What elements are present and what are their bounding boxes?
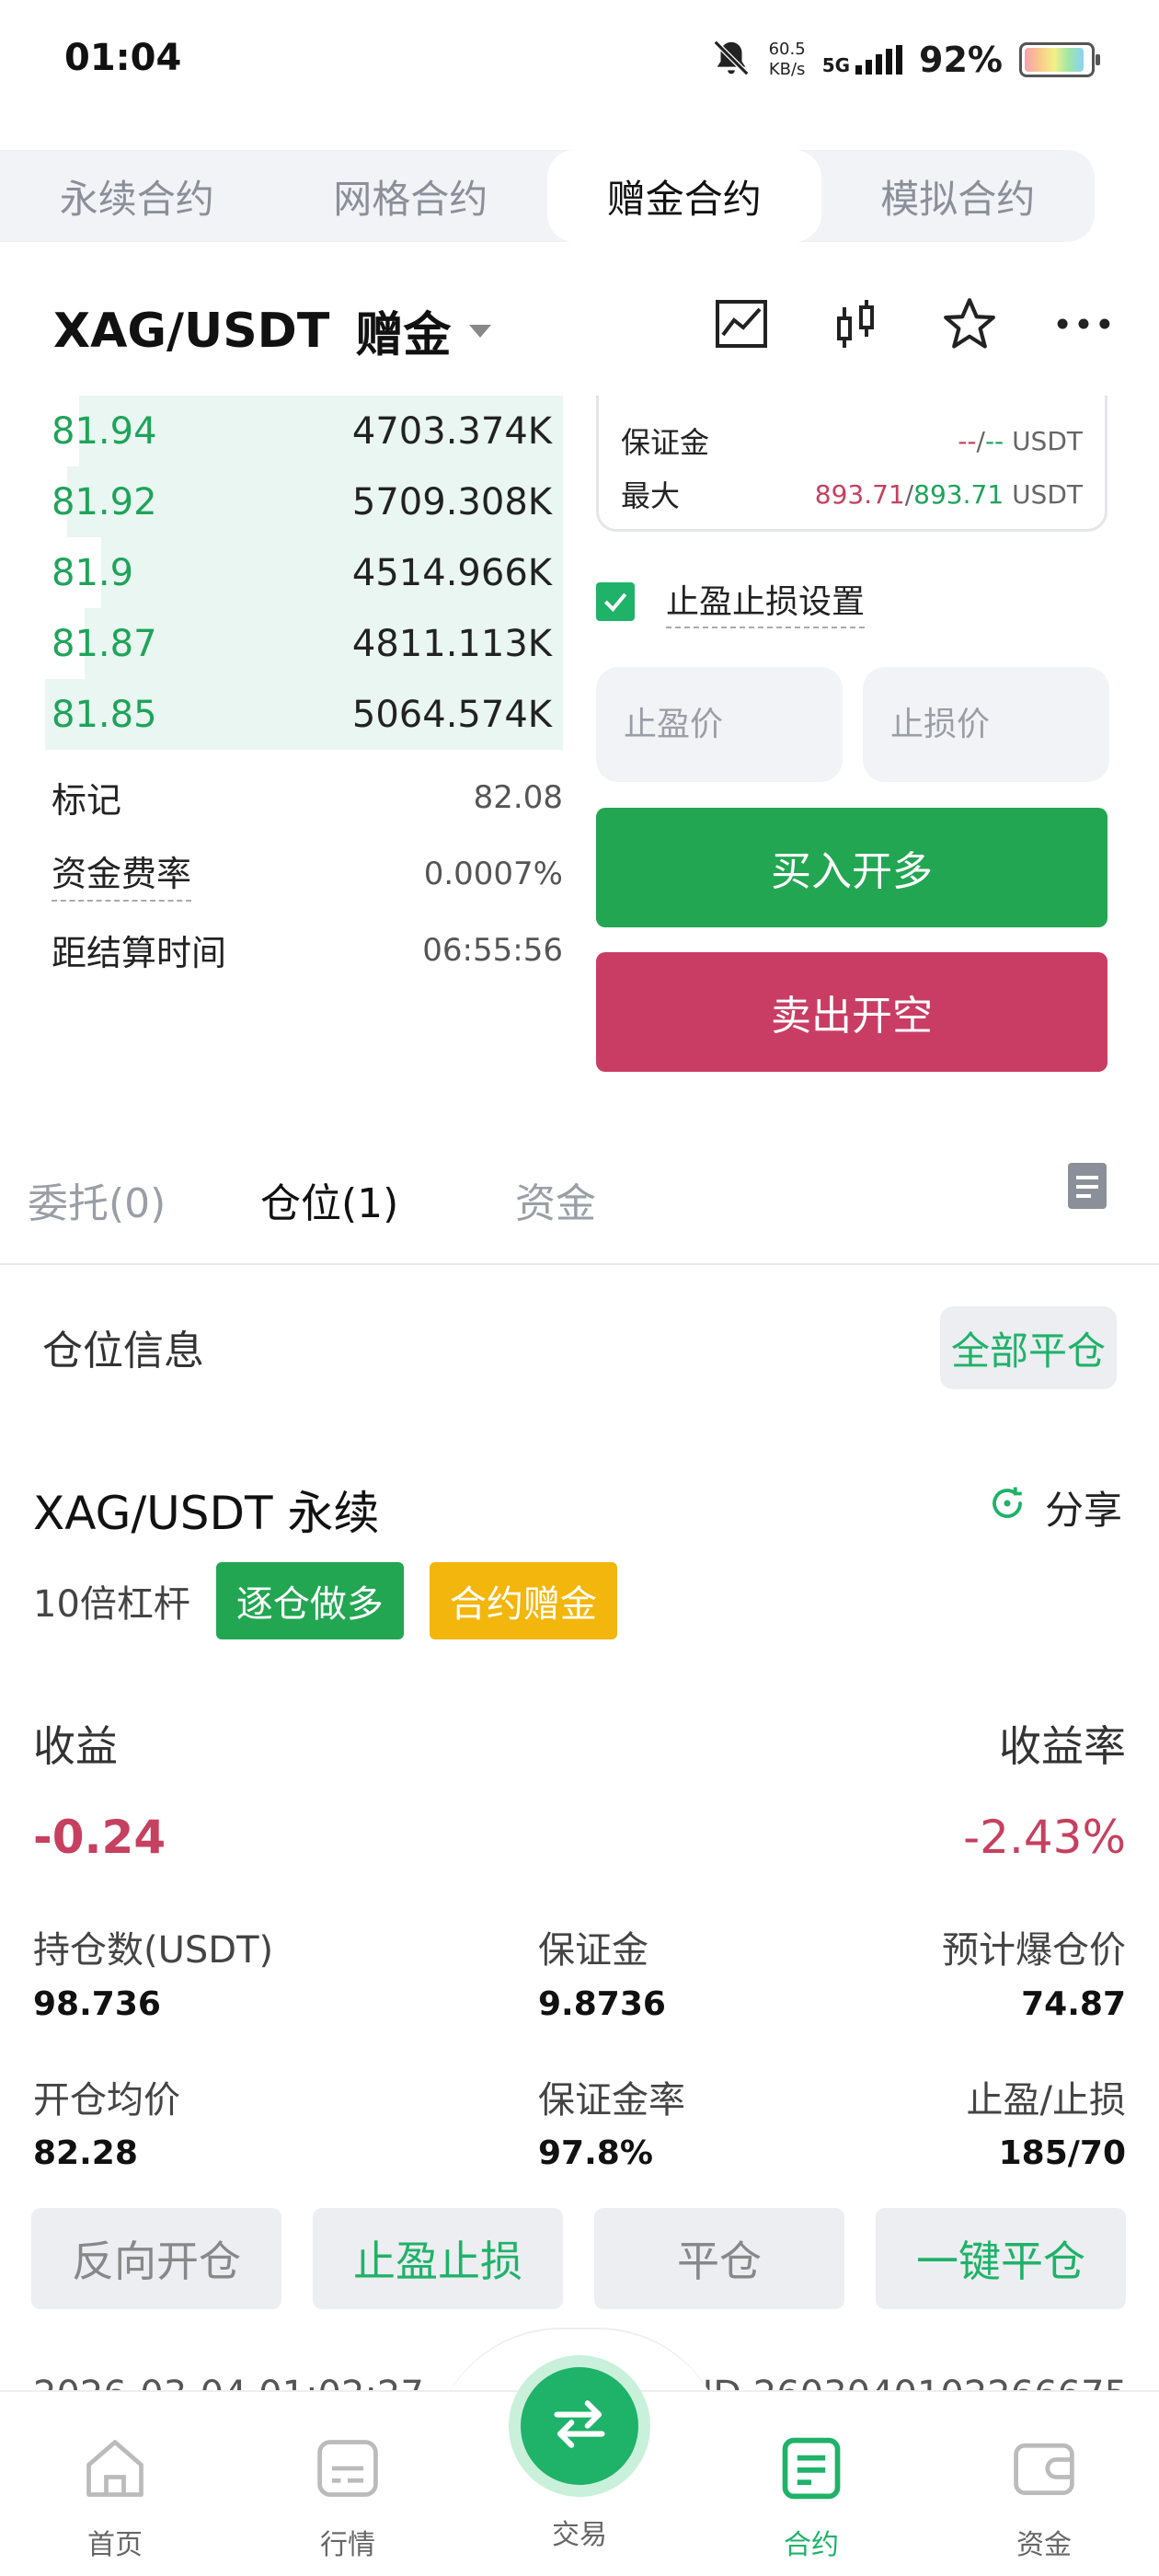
pnl-rate-value: -2.43% (963, 1811, 1126, 1864)
home-icon (80, 2433, 150, 2507)
contract-type-tabs: 永续合约 网格合约 赠金合约 模拟合约 (0, 150, 1095, 242)
tpsl-label[interactable]: 止盈止损设置 (666, 575, 866, 628)
net-speed: 60.5 KB/s (768, 40, 806, 79)
pnl-rate-label: 收益率 (999, 1721, 1126, 1771)
tab-demo[interactable]: 模拟合约 (821, 150, 1096, 242)
open-short-button[interactable]: 卖出开空 (596, 952, 1107, 1072)
margin-value: 9.8736 (538, 1985, 666, 2023)
star-icon[interactable] (940, 294, 999, 353)
mark-price-row: 标记 82.08 (52, 778, 563, 822)
tab-grid[interactable]: 网格合约 (274, 150, 548, 242)
status-time: 01:04 (64, 37, 182, 79)
pair-name: XAG/USDT (53, 303, 330, 359)
pair-sub: 赠金 (355, 308, 452, 363)
tab-perpetual[interactable]: 永续合约 (0, 150, 274, 242)
document-icon[interactable] (1066, 1161, 1108, 1214)
nav-contract[interactable]: 合约 (742, 2433, 880, 2562)
tpsl-label-stat: 止盈/止损 (966, 2079, 1126, 2122)
pair-header: XAG/USDT 赠金 (0, 276, 1159, 377)
position-info-header: 仓位信息 全部平仓 (0, 1306, 1159, 1394)
tab-bonus[interactable]: 赠金合约 (547, 150, 821, 242)
wallet-icon (1009, 2433, 1079, 2507)
leverage-label: 10倍杠杆 (33, 1583, 190, 1626)
position-info-title: 仓位信息 (42, 1328, 204, 1374)
close-position-button[interactable]: 平仓 (594, 2208, 844, 2309)
margin-label: 保证金 (538, 1929, 648, 1972)
contract-icon (776, 2433, 846, 2507)
pair-selector[interactable]: XAG/USDT 赠金 (53, 296, 492, 365)
nav-trade[interactable]: 交易 (511, 2512, 648, 2552)
open-long-button[interactable]: 买入开多 (596, 808, 1107, 927)
tpsl-button[interactable]: 止盈止损 (313, 2208, 563, 2309)
bell-muted-icon (710, 37, 752, 83)
order-book: 81.94 4703.374K 81.92 5709.308K 81.9 451… (0, 396, 563, 750)
tab-orders[interactable]: 委托(0) (28, 1170, 166, 1229)
position-symbol: XAG/USDT 永续 (33, 1487, 380, 1540)
nav-assets[interactable]: 资金 (975, 2433, 1113, 2562)
nav-market[interactable]: 行情 (279, 2433, 417, 2562)
more-icon[interactable] (1054, 294, 1113, 353)
settlement-time-row: 距结算时间 06:55:56 (52, 931, 563, 974)
order-book-row[interactable]: 81.94 4703.374K (0, 396, 563, 466)
share-icon (988, 1484, 1027, 1532)
header-actions (712, 294, 1113, 353)
signal-icon: 5G (822, 45, 903, 75)
tab-positions[interactable]: 仓位(1) (260, 1170, 398, 1229)
nav-home[interactable]: 首页 (46, 2433, 184, 2562)
margin-summary: 保证金 --/-- USDT 最大 893.71/893.71 USDT (596, 396, 1107, 532)
market-info: 标记 82.08 资金费率 0.0007% 距结算时间 06:55:56 (0, 759, 563, 988)
bonus-tag: 合约赠金 (429, 1562, 617, 1639)
funding-rate-label[interactable]: 资金费率 (52, 845, 192, 902)
margin-mode-tag: 逐仓做多 (215, 1562, 404, 1639)
size-label: 持仓数(USDT) (33, 1929, 274, 1972)
funding-rate-row: 资金费率 0.0007% (0, 835, 563, 912)
status-icons: 60.5 KB/s 5G 92% (710, 37, 1100, 83)
entry-price-label: 开仓均价 (33, 2079, 180, 2122)
tab-funds[interactable]: 资金 (515, 1170, 596, 1229)
position-tags: 10倍杠杆 逐仓做多 合约赠金 (33, 1562, 617, 1639)
caret-down-icon (469, 324, 492, 338)
position-tabs: 委托(0) 仓位(1) 资金 (0, 1150, 1159, 1265)
order-book-row[interactable]: 81.85 5064.574K (0, 679, 563, 750)
order-book-row[interactable]: 81.92 5709.308K (0, 466, 563, 537)
tpsl-value: 185/70 (998, 2134, 1126, 2172)
reverse-open-button[interactable]: 反向开仓 (31, 2208, 281, 2309)
swap-icon (547, 2397, 612, 2455)
take-profit-input[interactable] (596, 667, 843, 782)
chart-icon[interactable] (712, 294, 771, 353)
share-button[interactable]: 分享 (988, 1479, 1122, 1535)
close-all-button[interactable]: 全部平仓 (940, 1306, 1117, 1389)
one-click-close-button[interactable]: 一键平仓 (876, 2208, 1126, 2309)
pnl-value: -0.24 (33, 1811, 166, 1864)
order-book-row[interactable]: 81.9 4514.966K (0, 537, 563, 608)
margin-rate-value: 97.8% (538, 2134, 653, 2172)
order-book-row[interactable]: 81.87 4811.113K (0, 608, 563, 679)
status-bar: 01:04 60.5 KB/s 5G 92% (0, 0, 1159, 124)
size-value: 98.736 (33, 1985, 161, 2023)
liquidation-label: 预计爆仓价 (942, 1929, 1126, 1972)
trade-button[interactable] (509, 2355, 650, 2497)
tpsl-setting: 止盈止损设置 (596, 575, 866, 628)
entry-price-value: 82.28 (33, 2134, 138, 2172)
stop-loss-input[interactable] (863, 667, 1109, 782)
pnl-label: 收益 (33, 1721, 118, 1771)
market-icon (313, 2433, 383, 2507)
tpsl-checkbox[interactable] (596, 582, 635, 621)
margin-rate-label: 保证金率 (538, 2079, 685, 2122)
candlestick-icon[interactable] (826, 294, 885, 353)
battery-percent: 92% (919, 40, 1003, 80)
liquidation-value: 74.87 (1021, 1985, 1126, 2023)
battery-icon (1019, 42, 1100, 77)
